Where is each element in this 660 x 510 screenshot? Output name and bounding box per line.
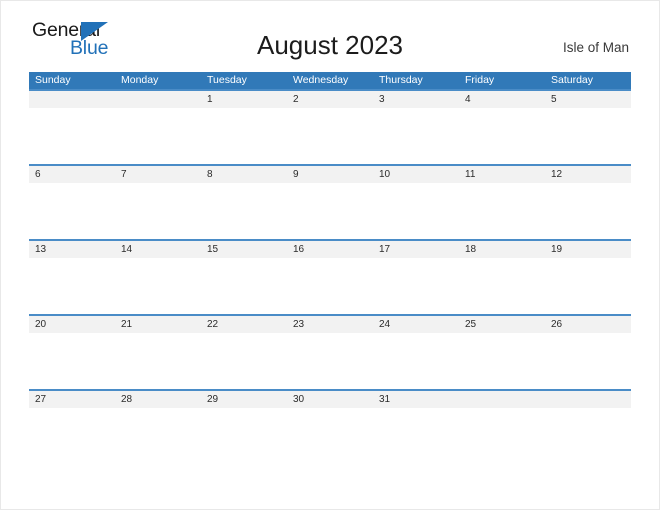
day-cell[interactable]: 7 [115,166,201,183]
week-row: 27 28 29 30 31 [29,389,631,464]
day-cell[interactable]: 29 [201,391,287,408]
day-cell[interactable]: 30 [287,391,373,408]
calendar-grid: Sunday Monday Tuesday Wednesday Thursday… [29,72,631,464]
day-cell[interactable] [115,91,201,108]
day-cell[interactable]: 18 [459,241,545,258]
day-cell[interactable]: 1 [201,91,287,108]
day-cell[interactable]: 14 [115,241,201,258]
week-row: 20 21 22 23 24 25 26 [29,314,631,389]
week-date-strip: 6 7 8 9 10 11 12 [29,164,631,183]
weekday-header-row: Sunday Monday Tuesday Wednesday Thursday… [29,72,631,89]
week-note-area[interactable] [29,183,631,239]
page-header: General Blue August 2023 Isle of Man [1,1,659,71]
day-cell[interactable]: 11 [459,166,545,183]
day-cell[interactable] [29,91,115,108]
day-cell[interactable]: 15 [201,241,287,258]
day-cell[interactable]: 16 [287,241,373,258]
week-note-area[interactable] [29,108,631,164]
day-cell[interactable]: 17 [373,241,459,258]
week-row: 6 7 8 9 10 11 12 [29,164,631,239]
day-cell[interactable]: 3 [373,91,459,108]
day-cell[interactable]: 25 [459,316,545,333]
weekday-header-sunday: Sunday [35,74,71,86]
day-cell[interactable] [459,391,545,408]
week-row: 13 14 15 16 17 18 19 [29,239,631,314]
day-cell[interactable]: 4 [459,91,545,108]
weekday-header-friday: Friday [465,74,495,86]
week-date-strip: 13 14 15 16 17 18 19 [29,239,631,258]
day-cell[interactable]: 6 [29,166,115,183]
day-cell[interactable]: 19 [545,241,631,258]
weekday-header-monday: Monday [121,74,159,86]
day-cell[interactable]: 5 [545,91,631,108]
week-note-area[interactable] [29,408,631,464]
day-cell[interactable]: 2 [287,91,373,108]
weekday-header-tuesday: Tuesday [207,74,247,86]
day-cell[interactable]: 8 [201,166,287,183]
day-cell[interactable]: 22 [201,316,287,333]
week-note-area[interactable] [29,333,631,389]
day-cell[interactable]: 26 [545,316,631,333]
day-cell[interactable]: 27 [29,391,115,408]
weekday-header-saturday: Saturday [551,74,594,86]
calendar-page: General Blue August 2023 Isle of Man Sun… [0,0,660,510]
day-cell[interactable]: 12 [545,166,631,183]
day-cell[interactable]: 31 [373,391,459,408]
day-cell[interactable] [545,391,631,408]
locale-label: Isle of Man [562,40,629,55]
day-cell[interactable]: 10 [373,166,459,183]
week-date-strip: 20 21 22 23 24 25 26 [29,314,631,333]
day-cell[interactable]: 21 [115,316,201,333]
day-cell[interactable]: 28 [115,391,201,408]
weekday-header-thursday: Thursday [379,74,423,86]
page-title: August 2023 [256,30,403,60]
day-cell[interactable]: 23 [287,316,373,333]
week-row: 1 2 3 4 5 [29,89,631,164]
week-date-strip: 27 28 29 30 31 [29,389,631,408]
week-date-strip: 1 2 3 4 5 [29,89,631,108]
week-note-area[interactable] [29,258,631,314]
day-cell[interactable]: 9 [287,166,373,183]
day-cell[interactable]: 24 [373,316,459,333]
day-cell[interactable]: 20 [29,316,115,333]
weekday-header-wednesday: Wednesday [293,74,349,86]
day-cell[interactable]: 13 [29,241,115,258]
